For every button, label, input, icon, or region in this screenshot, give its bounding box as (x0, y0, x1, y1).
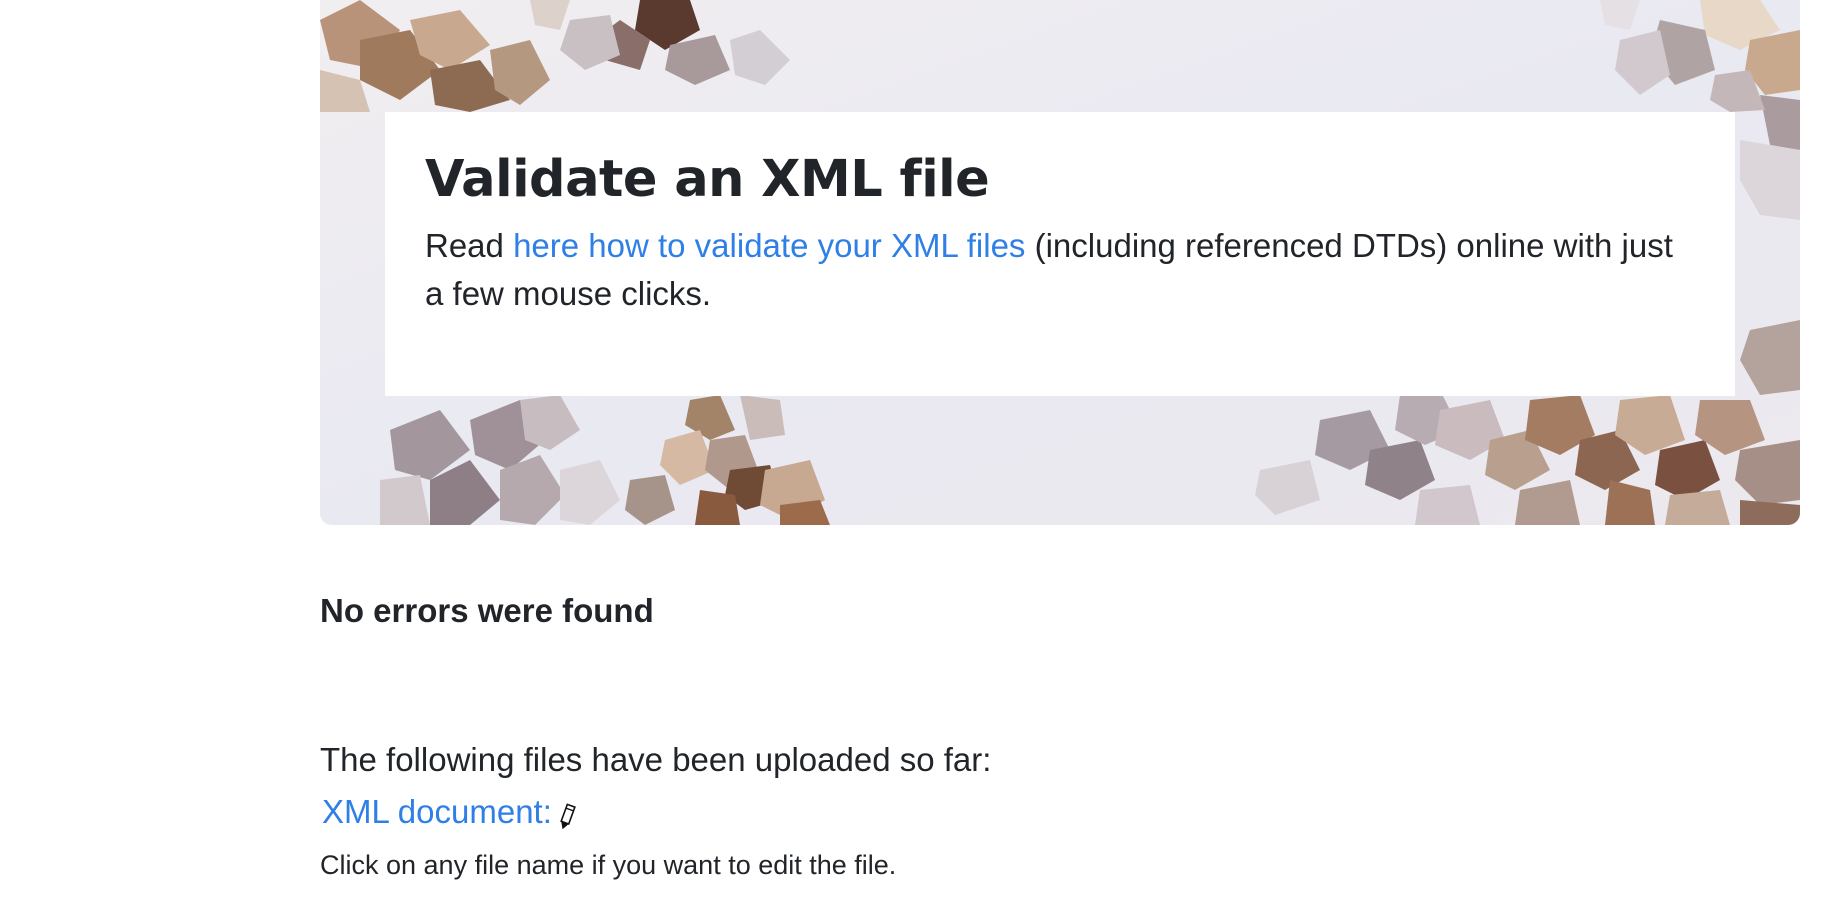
hero-card: Validate an XML file Read here how to va… (385, 112, 1735, 396)
hero-banner: Validate an XML file Read here how to va… (320, 0, 1800, 525)
validate-help-link[interactable]: here how to validate your XML files (513, 227, 1025, 264)
hero-description: Read here how to validate your XML files… (425, 222, 1695, 318)
edit-hint: Click on any file name if you want to ed… (320, 850, 897, 880)
xml-document-link[interactable]: XML document: (322, 793, 552, 831)
uploaded-files-heading: The following files have been uploaded s… (320, 741, 992, 778)
validation-result: No errors were found (320, 592, 654, 629)
pencil-icon[interactable] (556, 801, 578, 830)
page-title: Validate an XML file (425, 150, 990, 209)
hero-text-before: Read (425, 227, 514, 264)
file-list-item: XML document: (322, 790, 578, 834)
